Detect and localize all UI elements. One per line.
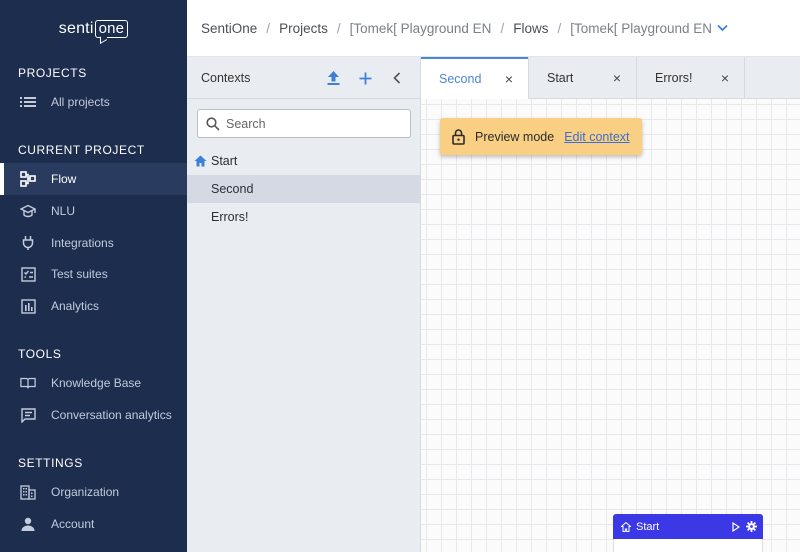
breadcrumb-separator: /: [557, 20, 562, 36]
section-title-current-project: CURRENT PROJECT: [18, 143, 145, 157]
breadcrumb-project[interactable]: [Tomek[ Playground EN: [350, 21, 492, 36]
breadcrumb-separator: /: [336, 20, 341, 36]
tab-label: Start: [547, 71, 574, 85]
tab-second[interactable]: Second ×: [421, 57, 529, 100]
person-icon: [20, 516, 36, 532]
flow-node-label: Start: [636, 520, 660, 533]
section-title-settings: SETTINGS: [18, 456, 83, 470]
context-tabs: Second × Start × Errors! ×: [421, 57, 800, 100]
sidebar-item-knowledge-base[interactable]: Knowledge Base: [0, 367, 187, 399]
add-icon[interactable]: [356, 69, 374, 87]
book-icon: [20, 375, 36, 391]
close-icon[interactable]: ×: [718, 70, 732, 86]
flow-icon: [20, 171, 36, 187]
breadcrumb-projects[interactable]: Projects: [279, 21, 328, 36]
sidebar-item-label: Account: [51, 517, 95, 531]
search-input[interactable]: [226, 116, 396, 131]
checklist-icon: [20, 266, 36, 282]
preview-mode-text: Preview mode: [475, 129, 555, 144]
chevron-down-icon[interactable]: [717, 24, 728, 32]
play-icon[interactable]: [732, 521, 740, 532]
logo[interactable]: senti one: [0, 0, 187, 57]
plug-icon: [20, 235, 36, 251]
logo-main-text: senti: [58, 19, 94, 37]
tab-label: Errors!: [655, 71, 693, 85]
chat-icon: [20, 407, 36, 423]
sidebar-item-integrations[interactable]: Integrations: [0, 227, 187, 259]
sidebar-item-label: Knowledge Base: [51, 376, 142, 390]
search-box[interactable]: [197, 109, 411, 138]
search-icon: [206, 116, 220, 131]
sidebar-item-label: All projects: [51, 95, 110, 109]
sidebar-item-label: NLU: [51, 204, 76, 218]
logo-text: senti one: [58, 19, 129, 38]
context-item-label: Errors!: [211, 210, 249, 224]
gear-icon[interactable]: [746, 521, 757, 532]
flow-node-body: [613, 539, 763, 552]
breadcrumb-flows[interactable]: Flows: [513, 21, 548, 36]
logo-box-text: one: [94, 19, 129, 38]
sidebar-item-organization[interactable]: Organization: [0, 476, 187, 508]
sidebar-item-label: Test suites: [51, 267, 108, 281]
contexts-actions: [324, 57, 406, 99]
building-icon: [20, 484, 36, 500]
sidebar-item-all-projects[interactable]: All projects: [0, 86, 187, 118]
breadcrumb-separator: /: [500, 20, 505, 36]
tab-label: Second: [439, 71, 482, 86]
context-item-start[interactable]: Start: [187, 147, 420, 175]
sidebar-item-test-suites[interactable]: Test suites: [0, 258, 187, 290]
breadcrumb-flow-select[interactable]: [Tomek[ Playground EN: [570, 21, 712, 36]
flow-canvas[interactable]: Preview mode Edit context Start: [421, 99, 800, 552]
list-icon: [20, 94, 36, 110]
context-item-second[interactable]: Second: [187, 175, 420, 203]
close-icon[interactable]: ×: [502, 71, 516, 87]
tab-start[interactable]: Start ×: [529, 57, 637, 99]
graduation-cap-icon: [20, 203, 36, 219]
flow-node-start[interactable]: Start: [613, 514, 763, 539]
sidebar-item-label: Conversation analytics: [51, 408, 172, 422]
home-icon: [194, 155, 207, 167]
upload-icon[interactable]: [324, 69, 342, 87]
breadcrumb: SentiOne / Projects / [Tomek[ Playground…: [187, 0, 800, 57]
section-title-tools: TOOLS: [18, 347, 62, 361]
edit-context-link[interactable]: Edit context: [564, 130, 629, 144]
preview-mode-banner: Preview mode Edit context: [440, 118, 642, 155]
contexts-panel: Contexts Start Second Errors!: [187, 57, 421, 552]
sidebar-item-account[interactable]: Account: [0, 508, 187, 540]
sidebar-item-conversation-analytics[interactable]: Conversation analytics: [0, 399, 187, 431]
sidebar-item-label: Integrations: [51, 236, 114, 250]
section-title-projects: PROJECTS: [18, 66, 87, 80]
sidebar-item-nlu[interactable]: NLU: [0, 195, 187, 227]
bar-chart-icon: [20, 298, 36, 314]
tab-errors[interactable]: Errors! ×: [637, 57, 745, 99]
context-item-label: Start: [211, 154, 238, 168]
sidebar-item-label: Flow: [51, 172, 77, 186]
context-item-errors[interactable]: Errors!: [187, 203, 420, 231]
close-icon[interactable]: ×: [610, 70, 624, 86]
lock-icon: [452, 128, 465, 145]
home-icon: [621, 521, 631, 532]
breadcrumb-separator: /: [266, 20, 271, 36]
flow-node-actions: [732, 514, 757, 539]
sidebar-item-analytics[interactable]: Analytics: [0, 290, 187, 322]
collapse-chevron-left-icon[interactable]: [388, 69, 406, 87]
sidebar: senti one PROJECTS All projects CURRENT P…: [0, 0, 187, 552]
breadcrumb-sentione[interactable]: SentiOne: [201, 21, 257, 36]
sidebar-item-label: Analytics: [51, 299, 100, 313]
sidebar-item-label: Organization: [51, 485, 120, 499]
contexts-title: Contexts: [201, 70, 251, 85]
sidebar-item-flow[interactable]: Flow: [0, 163, 187, 195]
context-item-label: Second: [211, 182, 254, 196]
contexts-header: Contexts: [187, 57, 420, 99]
